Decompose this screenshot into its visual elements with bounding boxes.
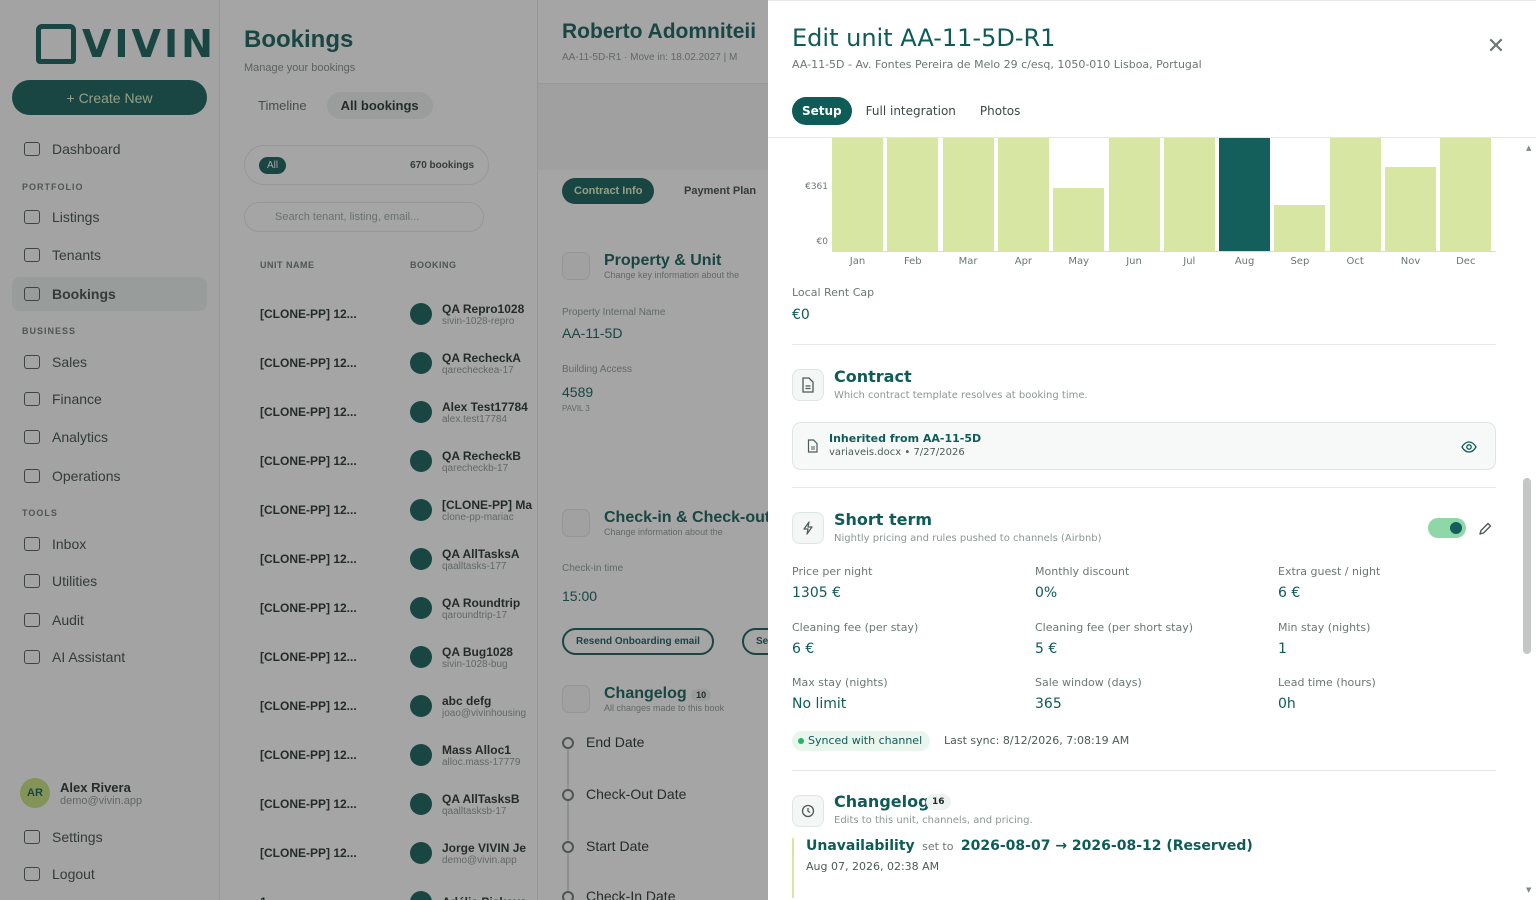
x-tick-label: Dec xyxy=(1456,256,1476,267)
scrollbar-thumb[interactable] xyxy=(1523,478,1531,654)
local-rent-cap-label: Local Rent Cap xyxy=(792,286,875,299)
bar-sep[interactable] xyxy=(1274,205,1326,251)
field-label: Sale window (days) xyxy=(1035,676,1142,689)
pencil-icon[interactable] xyxy=(1478,521,1492,540)
document-icon xyxy=(792,369,824,401)
inherited-contract-card[interactable]: Inherited from AA-11-5D variaveis.docx •… xyxy=(792,422,1496,470)
sync-status-badge: Synced with channel xyxy=(792,731,931,751)
chart-x-axis xyxy=(832,251,1496,252)
changelog-entry-line: Unavailability set to 2026-08-07 → 2026-… xyxy=(806,838,1496,854)
short-term-title: Short term xyxy=(834,510,933,529)
x-tick-label: Jan xyxy=(849,256,866,267)
drawer-title: Edit unit AA-11-5D-R1 xyxy=(792,24,1056,52)
divider xyxy=(792,344,1496,345)
last-sync: Last sync: 8/12/2026, 7:08:19 AM xyxy=(944,734,1130,747)
bar-oct[interactable] xyxy=(1329,138,1381,251)
bar-nov[interactable] xyxy=(1385,167,1436,251)
contract-title: Contract xyxy=(834,367,912,386)
inherited-title: Inherited from AA-11-5D xyxy=(829,432,982,445)
bar-feb[interactable] xyxy=(887,138,939,251)
toggle-knob xyxy=(1450,522,1462,534)
x-tick-label: Sep xyxy=(1290,256,1310,267)
changelog-entry: Unavailability set to 2026-08-07 → 2026-… xyxy=(792,838,1496,898)
close-icon: ✕ xyxy=(1486,34,1506,59)
x-tick-label: Jul xyxy=(1183,256,1196,267)
bar-jul[interactable] xyxy=(1163,138,1215,251)
field-label: Extra guest / night xyxy=(1278,565,1381,578)
x-tick-label: Mar xyxy=(958,256,978,267)
changelog-field: Unavailability xyxy=(806,838,915,854)
field-label: Price per night xyxy=(792,565,873,578)
short-term-subtitle: Nightly pricing and rules pushed to chan… xyxy=(834,533,1102,544)
eye-icon[interactable] xyxy=(1461,439,1477,458)
bar-aug[interactable] xyxy=(1219,138,1271,251)
sync-dot xyxy=(798,738,804,744)
field-label: Cleaning fee (per short stay) xyxy=(1035,621,1194,634)
x-tick-label: Nov xyxy=(1400,256,1421,267)
field-value: 6 € xyxy=(792,641,815,657)
changelog-count-badge: 16 xyxy=(926,794,951,810)
field-label: Lead time (hours) xyxy=(1278,676,1376,689)
x-tick-label: Feb xyxy=(903,256,922,267)
field-value: 365 xyxy=(1035,696,1062,712)
tab-photos[interactable]: Photos xyxy=(970,97,1030,125)
changelog-value: 2026-08-07 → 2026-08-12 (Reserved) xyxy=(960,838,1253,854)
clock-icon xyxy=(792,795,824,827)
bar-mar[interactable] xyxy=(942,138,994,251)
field-value: 0% xyxy=(1035,585,1058,601)
file-icon xyxy=(807,438,819,457)
close-button[interactable]: ✕ xyxy=(1486,34,1506,59)
field-label: Min stay (nights) xyxy=(1278,621,1371,634)
scroll-down-icon[interactable]: ▼ xyxy=(1526,886,1531,894)
lightning-icon xyxy=(792,512,824,544)
x-tick-label: Jun xyxy=(1126,256,1142,267)
field-value: No limit xyxy=(792,696,847,712)
bar-jan[interactable] xyxy=(832,138,883,251)
y-tick-label: €361 xyxy=(805,182,828,192)
y-tick-label: €0 xyxy=(816,237,828,247)
scroll-up-icon[interactable]: ▲ xyxy=(1526,144,1531,152)
field-label: Monthly discount xyxy=(1035,565,1130,578)
edit-unit-drawer: Edit unit AA-11-5D-R1 AA-11-5D - Av. Fon… xyxy=(768,0,1536,900)
divider xyxy=(792,487,1496,488)
local-rent-cap-value: €0 xyxy=(792,307,810,323)
changelog-time: Aug 07, 2026, 02:38 AM xyxy=(806,860,940,873)
field-value: 1 xyxy=(1278,641,1287,657)
contract-subtitle: Which contract template resolves at book… xyxy=(834,390,1088,401)
drawer-subtitle: AA-11-5D - Av. Fontes Pereira de Melo 29… xyxy=(792,58,1202,71)
bar-apr[interactable] xyxy=(997,138,1049,251)
inherited-file: variaveis.docx • 7/27/2026 xyxy=(829,447,965,458)
drawer-scroll-area[interactable]: €361 €0 Jan Feb Mar Apr May Jun Jul Aug Sep Oct No… xyxy=(768,138,1536,900)
tab-full-integration[interactable]: Full integration xyxy=(856,97,966,125)
field-value: 1305 € xyxy=(792,585,841,601)
x-tick-label: Apr xyxy=(1014,256,1033,267)
divider xyxy=(792,770,1496,771)
monthly-price-chart: €361 €0 Jan Feb Mar Apr May Jun Jul Aug Sep Oct No… xyxy=(792,138,1504,278)
x-tick-label: Aug xyxy=(1234,256,1255,267)
changelog-subtitle: Edits to this unit, channels, and pricin… xyxy=(834,815,1033,826)
changelog-verb: set to xyxy=(922,840,954,853)
field-value: 5 € xyxy=(1035,641,1058,657)
field-value: 6 € xyxy=(1278,585,1301,601)
field-value: 0h xyxy=(1278,696,1296,712)
modal-backdrop[interactable] xyxy=(0,0,768,900)
bar-dec[interactable] xyxy=(1440,138,1492,251)
x-tick-label: May xyxy=(1068,256,1090,267)
x-tick-label: Oct xyxy=(1346,256,1364,267)
bar-may[interactable] xyxy=(1053,188,1105,251)
field-label: Max stay (nights) xyxy=(792,676,888,689)
bar-jun[interactable] xyxy=(1108,138,1160,251)
short-term-toggle[interactable] xyxy=(1428,518,1466,538)
tab-setup[interactable]: Setup xyxy=(792,97,852,125)
drawer-tabs: Setup Full integration Photos xyxy=(792,97,1030,125)
field-label: Cleaning fee (per stay) xyxy=(792,621,919,634)
sync-status: Synced with channel xyxy=(808,734,923,747)
changelog-title: Changelog xyxy=(834,792,930,811)
